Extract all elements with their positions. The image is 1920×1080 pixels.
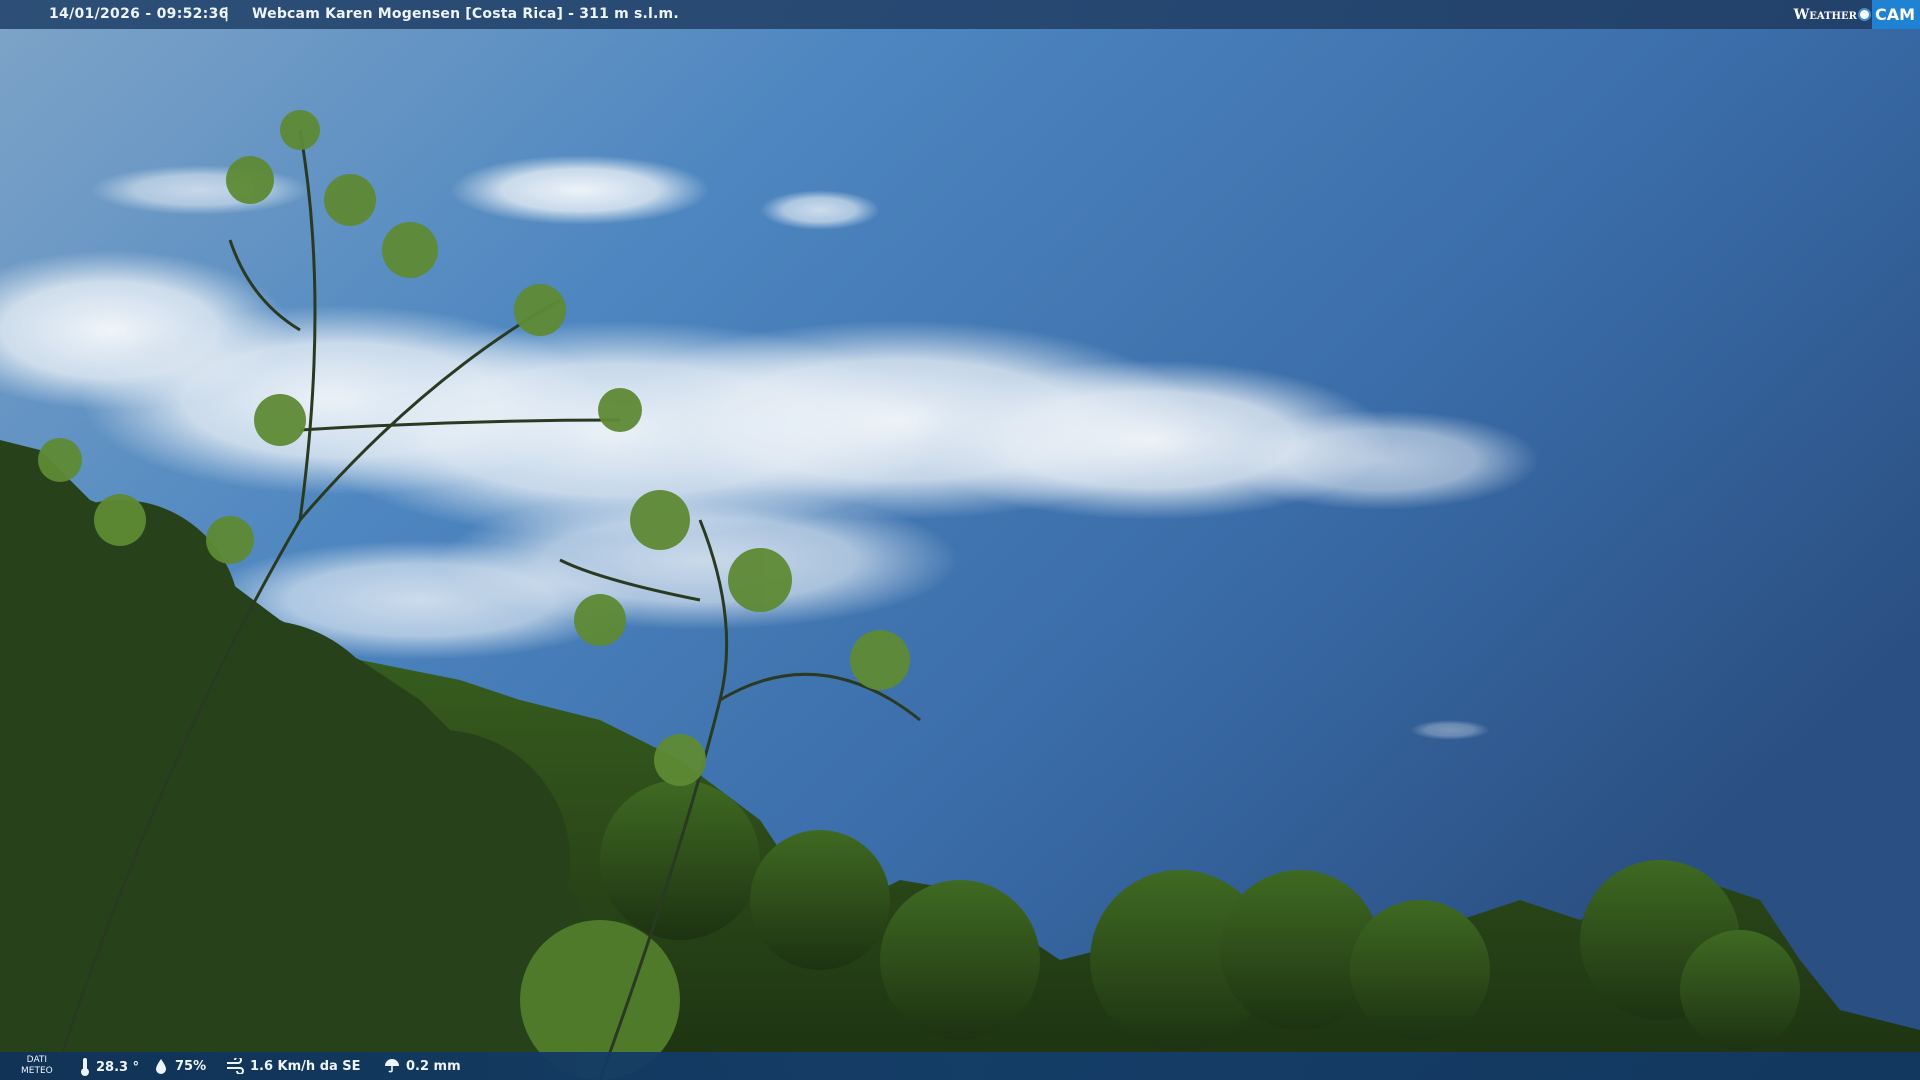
timestamp: 14/01/2026 - 09:52:36: [49, 6, 229, 22]
brand-cam-text: CAM: [1871, 0, 1920, 29]
humidity-reading: 75%: [153, 1058, 206, 1074]
weather-data-label: DATI METEO: [21, 1055, 53, 1077]
wind-icon: [227, 1058, 244, 1074]
temperature-reading: 28.3 °: [80, 1058, 139, 1076]
weather-data-label-line1: DATI: [26, 1055, 48, 1065]
thermometer-icon: [81, 1058, 89, 1076]
humidity-value: 75%: [175, 1058, 207, 1074]
temperature-value: 28.3 °: [96, 1059, 140, 1075]
webcam-image: [0, 0, 1920, 1080]
rain-value: 0.2 mm: [406, 1058, 461, 1074]
header-bar: 14/01/2026 - 09:52:36 | Webcam Karen Mog…: [0, 0, 1920, 29]
rain-reading: 0.2 mm: [384, 1058, 461, 1074]
webcam-frame: 14/01/2026 - 09:52:36 | Webcam Karen Mog…: [0, 0, 1920, 1080]
brand-logo: Weather CAM: [1794, 0, 1920, 29]
rain-umbrella-icon: [385, 1059, 399, 1073]
header-separator: |: [224, 6, 230, 22]
weather-data-bar: DATI METEO 28.3 ° 75% 1.6 Km/h da SE 0.2…: [0, 1052, 1920, 1080]
humidity-drop-icon: [156, 1059, 166, 1074]
wind-reading: 1.6 Km/h da SE: [226, 1058, 361, 1074]
weather-data-label-line2: METEO: [21, 1066, 53, 1076]
wind-value: 1.6 Km/h da SE: [250, 1058, 361, 1074]
brand-dot-icon: [1859, 10, 1869, 19]
brand-weather-text: Weather: [1793, 6, 1857, 23]
camera-title: Webcam Karen Mogensen [Costa Rica] - 311…: [252, 6, 679, 22]
